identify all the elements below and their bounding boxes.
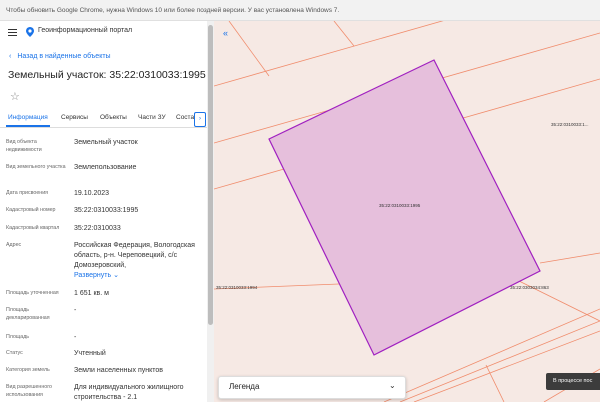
panel-scrollbar[interactable]	[207, 21, 214, 402]
boundary-line	[228, 21, 270, 77]
info-label: Площадь декларированная	[6, 307, 50, 321]
chevron-down-icon: ⌄	[113, 272, 119, 279]
info-label: Вид объекта недвижимости	[6, 139, 42, 153]
scrollbar-thumb[interactable]	[208, 25, 213, 325]
info-value: Землепользование	[74, 164, 137, 171]
legend-label: Легенда	[229, 382, 260, 391]
info-value: -	[74, 334, 77, 341]
info-label: Площадь уточненная	[6, 290, 59, 296]
panel-header: Геоинформационный портал	[0, 21, 207, 43]
parcel-label: 35:22:0303034:863	[510, 285, 549, 290]
legend-dropdown[interactable]: Легенда ⌄	[218, 376, 406, 399]
boundary-line	[333, 21, 355, 47]
address-text: Российская Федерация, Вологодская област…	[74, 242, 195, 269]
active-tab-indicator	[6, 125, 50, 127]
chevron-down-icon: ⌄	[389, 381, 396, 390]
tab-composition[interactable]: Соста	[176, 114, 194, 121]
info-value: Земли населенных пунктов	[74, 367, 164, 374]
info-value: Для индивидуального жилищного строительс…	[74, 384, 184, 401]
tab-services[interactable]: Сервисы	[61, 114, 88, 121]
info-panel: Геоинформационный портал ‹ Назад в найден…	[0, 21, 207, 402]
info-value: 19.10.2023	[74, 190, 110, 197]
info-value: Земельный участок	[74, 139, 138, 146]
menu-icon[interactable]	[8, 29, 17, 37]
expand-link[interactable]: Развернуть ⌄	[74, 272, 119, 279]
boundary-line	[485, 364, 505, 402]
parcel-label: 35:22:0310033:1995	[379, 203, 421, 208]
chevron-left-icon: ‹	[9, 53, 12, 60]
portal-title: Геоинформационный портал	[38, 27, 133, 34]
info-label: Кадастровый номер	[6, 207, 56, 213]
status-toast: В процессе пос	[546, 373, 600, 390]
info-label: Кадастровый квартал	[6, 225, 60, 231]
parcel-label: 35:22:0310033:1...	[551, 122, 589, 127]
object-title: Земельный участок: 35:22:0310033:1995	[8, 69, 206, 81]
parcel-label: 35:22:0310033:1994	[216, 285, 258, 290]
info-label: Адрес	[6, 242, 22, 248]
info-label: Категория земель	[6, 367, 50, 373]
info-label: Дата присвоения	[6, 190, 49, 196]
map-view[interactable]: « 35:22:0310033:1... 35:22:0310033:1995 …	[214, 21, 600, 402]
info-value: -	[74, 307, 77, 314]
favorite-star-icon[interactable]: ☆	[10, 90, 20, 103]
tab-parts[interactable]: Части ЗУ	[138, 114, 166, 121]
tab-bar: Информация Сервисы Объекты Части ЗУ Сост…	[0, 111, 207, 128]
tab-info[interactable]: Информация	[8, 114, 48, 121]
info-value: 35:22:0310033:1995	[74, 207, 139, 214]
portal-logo-icon	[26, 27, 34, 37]
info-label: Площадь	[6, 334, 30, 340]
map-canvas[interactable]	[214, 21, 600, 402]
back-label: Назад в найденные объекты	[17, 53, 111, 60]
boundary-line	[413, 330, 600, 402]
info-value: Учтенный	[74, 350, 106, 357]
back-link[interactable]: ‹ Назад в найденные объекты	[9, 53, 111, 60]
info-label: Вид земельного участка	[6, 164, 66, 170]
update-banner: Чтобы обновить Google Chrome, нужна Wind…	[0, 0, 600, 21]
info-label: Вид разрешенного использования	[6, 384, 52, 398]
info-value: 35:22:0310033	[74, 225, 121, 232]
info-value: 1 651 кв. м	[74, 290, 109, 297]
tab-objects[interactable]: Объекты	[100, 114, 127, 121]
collapse-panel-icon[interactable]: «	[219, 27, 232, 39]
info-label: Статус	[6, 350, 23, 356]
boundary-line	[539, 252, 600, 264]
info-value: Российская Федерация, Вологодская област…	[74, 241, 206, 281]
tab-scroll-right-icon[interactable]: ›	[194, 112, 206, 127]
